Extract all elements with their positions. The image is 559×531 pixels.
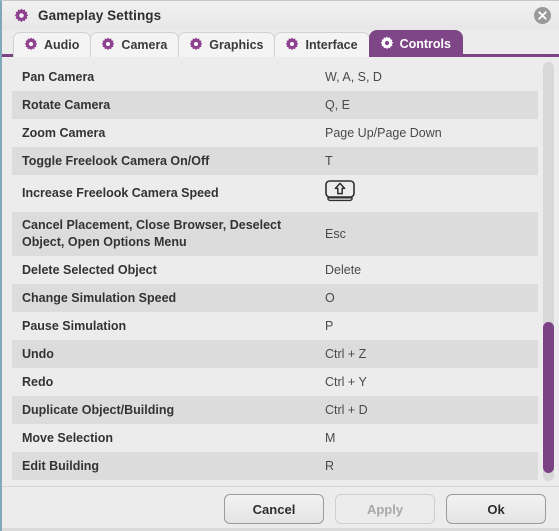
binding-action-label: Edit Building (22, 458, 100, 473)
binding-key-value: Ctrl + D (325, 402, 368, 417)
binding-action-label: Increase Freelook Camera Speed (22, 186, 219, 200)
binding-action-label: Cancel Placement, Close Browser, Deselec… (22, 218, 282, 249)
binding-key-value: Delete (325, 262, 362, 277)
binding-key-value: W, A, S, D (325, 69, 382, 84)
table-row[interactable]: Edit Building R (12, 452, 538, 480)
table-row[interactable]: Delete Selected Object Delete (12, 256, 538, 284)
binding-action-label: Rotate Camera (22, 97, 111, 112)
tab-label: Audio (44, 38, 80, 52)
binding-key-value: P (325, 318, 334, 333)
binding-key-value (325, 180, 538, 207)
gear-icon (24, 36, 38, 54)
tab-controls[interactable]: Controls (368, 30, 463, 57)
binding-action-label: Zoom Camera (22, 125, 106, 140)
settings-content: Pan Camera W, A, S, D Rotate Camera Q, E Zoo… (2, 57, 559, 486)
table-row[interactable]: Change Simulation Speed O (12, 284, 538, 312)
binding-action-label: Redo (22, 374, 54, 389)
cancel-button[interactable]: Cancel (224, 494, 324, 524)
binding-action-label: Toggle Freelook Camera On/Off (22, 153, 210, 168)
table-row[interactable]: Increase Freelook Camera Speed (12, 175, 538, 212)
binding-action-label: Undo (22, 346, 54, 361)
keybinding-list: Pan Camera W, A, S, D Rotate Camera Q, E Zoo… (12, 63, 538, 480)
binding-action-label: Pause Simulation (22, 318, 127, 333)
apply-button: Apply (335, 494, 435, 524)
gear-icon (189, 36, 203, 54)
tab-bar: Audio Camera Graphics Interface Controls (2, 30, 559, 57)
dialog-footer: Cancel Apply Ok (2, 486, 559, 531)
table-row[interactable]: Duplicate Object/Building Ctrl + D (12, 396, 538, 424)
binding-action-label: Pan Camera (22, 69, 95, 84)
settings-window: Gameplay Settings Audio Camera Graphics Int… (0, 0, 559, 531)
tab-label: Interface (305, 38, 358, 52)
table-row[interactable]: Undo Ctrl + Z (12, 340, 538, 368)
window-titlebar: Gameplay Settings (2, 1, 559, 30)
ok-button[interactable]: Ok (446, 494, 546, 524)
scrollbar-track[interactable] (543, 62, 554, 481)
table-row[interactable]: Pan Camera W, A, S, D (12, 63, 538, 91)
tab-camera[interactable]: Camera (90, 32, 180, 57)
table-row[interactable]: Move Selection M (12, 424, 538, 452)
binding-action-label: Change Simulation Speed (22, 290, 177, 305)
binding-key-value: Page Up/Page Down (325, 125, 442, 140)
close-icon[interactable] (534, 7, 551, 24)
table-row[interactable]: Rotate Camera Q, E (12, 91, 538, 119)
gear-icon (14, 8, 29, 23)
binding-key-value: Ctrl + Y (325, 374, 367, 389)
gear-icon (285, 36, 299, 54)
table-row[interactable]: Toggle Freelook Camera On/Off T (12, 147, 538, 175)
binding-key-value: R (325, 458, 335, 473)
scrollbar-thumb[interactable] (543, 321, 554, 473)
binding-key-value: M (325, 430, 336, 445)
tab-label: Controls (399, 37, 451, 51)
table-row[interactable]: Zoom Camera Page Up/Page Down (12, 119, 538, 147)
binding-key-value: Q, E (325, 97, 351, 112)
binding-action-label: Duplicate Object/Building (22, 402, 175, 417)
table-row[interactable]: Cancel Placement, Close Browser, Deselec… (12, 212, 538, 256)
gear-icon (380, 35, 394, 53)
shift-key-icon (325, 180, 355, 202)
binding-action-label: Move Selection (22, 430, 113, 445)
binding-key-value: Esc (325, 226, 346, 241)
table-row[interactable]: Redo Ctrl + Y (12, 368, 538, 396)
tab-graphics[interactable]: Graphics (178, 32, 276, 57)
tab-label: Graphics (209, 38, 264, 52)
table-row[interactable]: Pause Simulation P (12, 312, 538, 340)
tab-audio[interactable]: Audio (13, 32, 92, 57)
gear-icon (101, 36, 115, 54)
binding-key-value: O (325, 290, 335, 305)
binding-key-value: Ctrl + Z (325, 346, 367, 361)
binding-action-label: Delete Selected Object (22, 262, 157, 277)
tab-interface[interactable]: Interface (274, 32, 370, 57)
tab-label: Camera (121, 38, 168, 52)
binding-key-value: T (325, 153, 333, 168)
page-title: Gameplay Settings (38, 8, 162, 23)
